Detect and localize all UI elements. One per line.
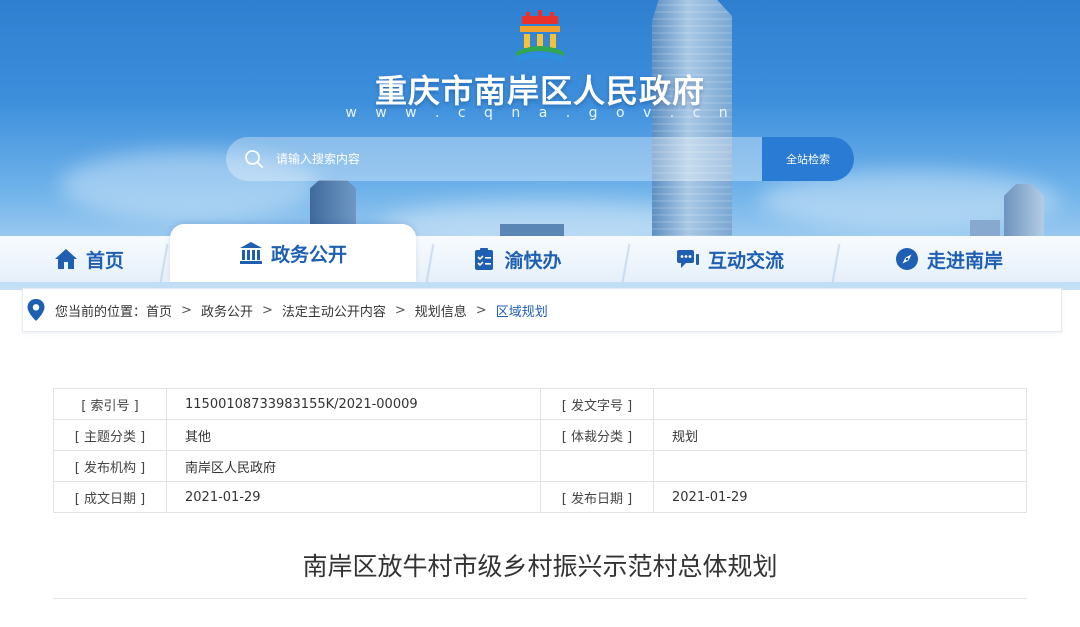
- government-building-icon: [239, 242, 262, 264]
- search-input-wrap: [226, 137, 762, 181]
- tab-government-affairs-label: 政务公开: [270, 243, 347, 266]
- info-key: [ 索引号 ]: [53, 388, 167, 420]
- info-key: [ 发布机构 ]: [53, 450, 167, 482]
- info-value: [653, 450, 1027, 482]
- breadcrumb: 您当前的位置： 首页 > 政务公开 > 法定主动公开内容 > 规划信息 > 区域…: [22, 288, 1062, 332]
- location-pin-icon: [27, 299, 45, 321]
- breadcrumb-prefix: 您当前的位置：: [55, 304, 147, 320]
- tab-home-label: 首页: [85, 249, 124, 272]
- site-url: w w w . c q n a . g o v . c n: [345, 105, 735, 121]
- tab-yukuaiban[interactable]: 渝快办: [446, 236, 588, 282]
- table-row: [ 主题分类 ] 其他 [ 体裁分类 ] 规划: [53, 419, 1027, 451]
- document-info-table: [ 索引号 ] 11500108733983155K/2021-00009 [ …: [53, 388, 1027, 513]
- search-bar: 全站检索: [226, 137, 854, 181]
- search-icon: [245, 150, 263, 168]
- info-key: [ 体裁分类 ]: [540, 419, 654, 451]
- tab-about-nanan[interactable]: 走进南岸: [870, 236, 1028, 282]
- tab-government-affairs[interactable]: 政务公开: [170, 224, 416, 282]
- table-row: [ 索引号 ] 11500108733983155K/2021-00009 [ …: [53, 388, 1027, 420]
- government-emblem-icon: [516, 10, 564, 62]
- tab-interaction[interactable]: 互动交流: [644, 236, 816, 282]
- tab-divider: [416, 244, 444, 282]
- skyline-tower: [652, 0, 732, 250]
- info-key: [ 主题分类 ]: [53, 419, 167, 451]
- info-key: [ 发文字号 ]: [540, 388, 654, 420]
- breadcrumb-link-government-affairs[interactable]: 政务公开: [201, 301, 253, 320]
- clipboard-icon: [475, 248, 494, 270]
- breadcrumb-link-statutory-disclosure[interactable]: 法定主动公开内容: [282, 301, 386, 320]
- tab-about-nanan-label: 走进南岸: [926, 249, 1003, 272]
- table-row: [ 发布机构 ] 南岸区人民政府: [53, 450, 1027, 482]
- breadcrumb-link-planning-info[interactable]: 规划信息: [415, 301, 467, 320]
- info-key: [ 成文日期 ]: [53, 481, 167, 513]
- tab-divider: [822, 244, 850, 282]
- tab-home[interactable]: 首页: [30, 236, 148, 282]
- breadcrumb-link-home[interactable]: 首页: [146, 301, 172, 320]
- breadcrumb-separator: >: [181, 302, 192, 318]
- info-key: [ 发布日期 ]: [540, 481, 654, 513]
- home-icon: [54, 249, 77, 269]
- info-key: [540, 450, 654, 482]
- info-value: 2021-01-29: [166, 481, 541, 513]
- compass-icon: [895, 248, 918, 270]
- info-value: [653, 388, 1027, 420]
- site-search-button[interactable]: 全站检索: [762, 137, 854, 181]
- breadcrumb-separator: >: [475, 302, 487, 318]
- table-row: [ 成文日期 ] 2021-01-29 [ 发布日期 ] 2021-01-29: [53, 481, 1027, 513]
- info-value: 规划: [653, 419, 1027, 451]
- document-title: 南岸区放牛村市级乡村振兴示范村总体规划: [302, 552, 778, 581]
- search-input[interactable]: [276, 152, 736, 166]
- breadcrumb-separator: >: [394, 302, 406, 318]
- tab-divider: [612, 244, 640, 282]
- info-value: 11500108733983155K/2021-00009: [166, 388, 541, 420]
- info-value: 其他: [166, 419, 541, 451]
- title-divider: [53, 598, 1027, 599]
- chat-bubble-icon: [676, 250, 699, 268]
- breadcrumb-separator: >: [261, 302, 273, 318]
- info-value: 2021-01-29: [653, 481, 1027, 513]
- tab-interaction-label: 互动交流: [707, 249, 784, 272]
- tab-yukuaiban-label: 渝快办: [504, 249, 562, 272]
- info-value: 南岸区人民政府: [166, 450, 541, 482]
- main-nav: 首页 政务公开 渝快办 互动交流 走进南岸: [0, 224, 1080, 282]
- breadcrumb-current[interactable]: 区域规划: [496, 301, 548, 320]
